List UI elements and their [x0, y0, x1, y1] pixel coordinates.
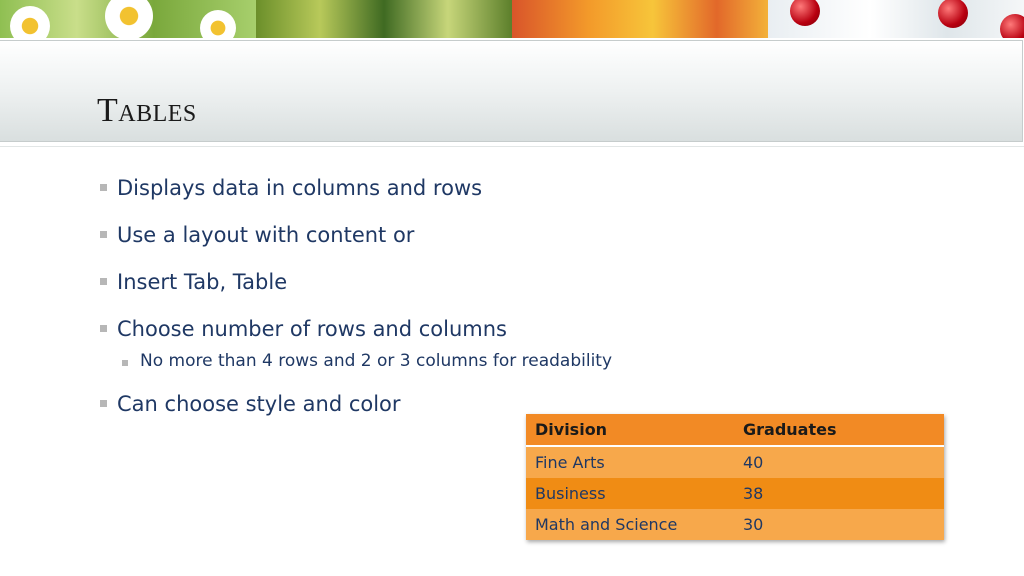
graduates-cell: 30 — [743, 515, 764, 534]
bullet-icon — [100, 400, 107, 407]
slide-title: Tables — [97, 92, 197, 129]
table-row: Business 38 — [526, 478, 944, 509]
bullet-text: Insert Tab, Table — [117, 270, 288, 294]
photo-banner — [0, 0, 1024, 38]
palm-photo — [256, 0, 512, 38]
bullet-icon — [100, 184, 107, 191]
table-row: Math and Science 30 — [526, 509, 944, 540]
daisy-photo — [0, 0, 256, 38]
autumn-leaves-photo — [512, 0, 768, 38]
division-cell: Business — [535, 484, 606, 503]
bullet-item: Use a layout with content or — [98, 219, 698, 266]
bullet-text: Can choose style and color — [117, 392, 401, 416]
division-cell: Fine Arts — [535, 453, 605, 472]
winter-berries-photo — [768, 0, 1024, 38]
bullet-text: Use a layout with content or — [117, 223, 415, 247]
title-divider — [0, 146, 1024, 147]
sub-bullet-item: No more than 4 rows and 2 or 3 columns f… — [98, 351, 698, 388]
bullet-text: Choose number of rows and columns — [117, 317, 507, 341]
graduates-cell: 38 — [743, 484, 764, 503]
bullet-list: Displays data in columns and rows Use a … — [98, 172, 698, 435]
bullet-icon — [100, 325, 107, 332]
bullet-item: Choose number of rows and columns — [98, 313, 698, 351]
bullet-item: Displays data in columns and rows — [98, 172, 698, 219]
graduates-cell: 40 — [743, 453, 764, 472]
table-header-row: Division Graduates — [526, 414, 944, 447]
bullet-item: Insert Tab, Table — [98, 266, 698, 313]
bullet-icon — [100, 231, 107, 238]
table-row: Fine Arts 40 — [526, 447, 944, 478]
header-graduates: Graduates — [743, 420, 837, 439]
division-cell: Math and Science — [535, 515, 678, 534]
header-division: Division — [535, 420, 608, 439]
bullet-text: Displays data in columns and rows — [117, 176, 483, 200]
bullet-icon — [100, 278, 107, 285]
sub-bullet-text: No more than 4 rows and 2 or 3 columns f… — [140, 351, 613, 371]
graduates-table: Division Graduates Fine Arts 40 Business… — [526, 414, 944, 540]
sub-bullet-icon — [122, 360, 128, 366]
